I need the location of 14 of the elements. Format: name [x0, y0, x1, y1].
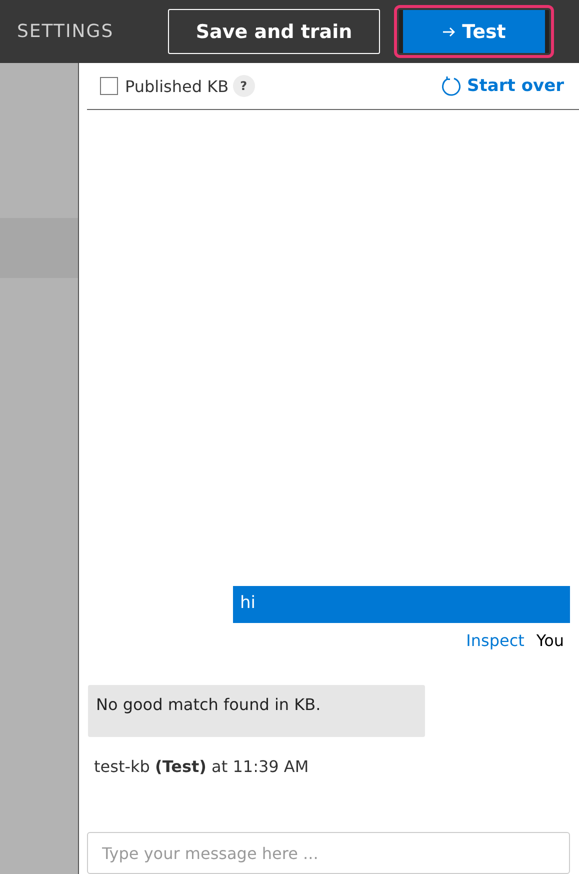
refresh-icon — [441, 76, 462, 96]
published-kb-label: Published KB — [125, 76, 229, 96]
start-over-button[interactable]: Start over — [441, 76, 564, 96]
checkbox[interactable] — [100, 77, 118, 95]
user-message: hi — [233, 586, 570, 623]
save-button[interactable]: Save and train — [168, 9, 380, 54]
arrow-right-icon — [442, 24, 456, 38]
bot-message: No good match found in KB. — [88, 685, 425, 737]
settings-title: SETTINGS — [17, 21, 115, 42]
inspect-link[interactable]: Inspect — [466, 631, 524, 650]
help-icon[interactable]: ? — [232, 75, 255, 97]
sender-label: You — [536, 631, 564, 650]
message-footer: test-kb (Test) at 11:39 AM — [94, 757, 570, 776]
message-input[interactable]: Type your message here ... — [87, 832, 570, 874]
